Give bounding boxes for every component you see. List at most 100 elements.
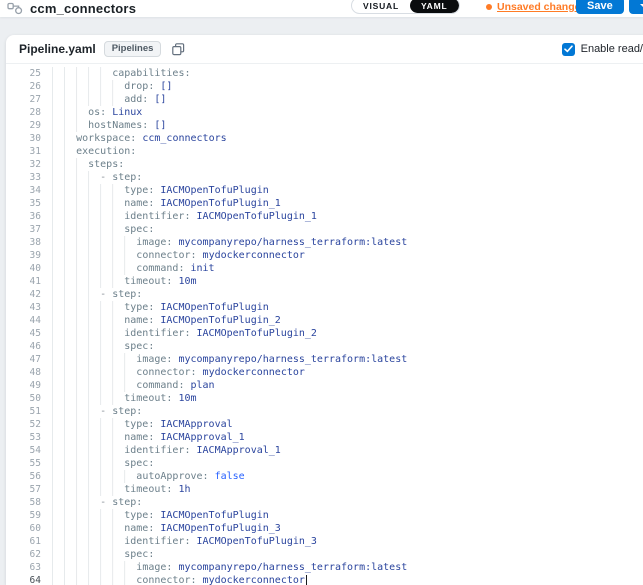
code-text: name: IACMOpenTofuPlugin_1: [46, 197, 281, 210]
code-text: autoApprove: false: [46, 470, 245, 483]
code-text: identifier: IACMOpenTofuPlugin_2: [46, 327, 317, 340]
code-text: type: IACMOpenTofuPlugin: [46, 301, 269, 314]
line-number: 48: [6, 366, 46, 379]
code-text: spec:: [46, 340, 154, 353]
editor-tab-bar: Pipeline.yaml Pipelines Enable read/: [6, 35, 643, 64]
line-number: 64: [6, 574, 46, 585]
code-line[interactable]: 61 identifier: IACMOpenTofuPlugin_3: [6, 535, 643, 548]
code-line[interactable]: 36 identifier: IACMOpenTofuPlugin_1: [6, 210, 643, 223]
line-number: 47: [6, 353, 46, 366]
line-number: 42: [6, 288, 46, 301]
code-text: workspace: ccm_connectors: [46, 132, 227, 145]
line-number: 37: [6, 223, 46, 236]
code-line[interactable]: 41 timeout: 10m: [6, 275, 643, 288]
code-lines: 25 capabilities:26 drop: []27 add: []28 …: [6, 67, 643, 585]
unsaved-changes-link[interactable]: Unsaved changes: [486, 1, 586, 13]
line-number: 58: [6, 496, 46, 509]
code-line[interactable]: 26 drop: []: [6, 80, 643, 93]
code-line[interactable]: 49 command: plan: [6, 379, 643, 392]
code-line[interactable]: 47 image: mycompanyrepo/harness_terrafor…: [6, 353, 643, 366]
code-line[interactable]: 29 hostNames: []: [6, 119, 643, 132]
line-number: 40: [6, 262, 46, 275]
save-button[interactable]: Save: [576, 0, 624, 14]
code-line[interactable]: 40 command: init: [6, 262, 643, 275]
line-number: 25: [6, 67, 46, 80]
yaml-editor[interactable]: 25 capabilities:26 drop: []27 add: []28 …: [6, 64, 643, 585]
code-line[interactable]: 43 type: IACMOpenTofuPlugin: [6, 301, 643, 314]
code-text: timeout: 1h: [46, 483, 191, 496]
line-number: 41: [6, 275, 46, 288]
code-text: name: IACMOpenTofuPlugin_2: [46, 314, 281, 327]
line-number: 46: [6, 340, 46, 353]
code-line[interactable]: 59 type: IACMOpenTofuPlugin: [6, 509, 643, 522]
file-name: Pipeline.yaml: [19, 42, 96, 56]
code-text: identifier: IACMOpenTofuPlugin_1: [46, 210, 317, 223]
code-line[interactable]: 32 steps:: [6, 158, 643, 171]
unsaved-changes-label: Unsaved changes: [497, 1, 586, 13]
line-number: 57: [6, 483, 46, 496]
line-number: 51: [6, 405, 46, 418]
code-line[interactable]: 39 connector: mydockerconnector: [6, 249, 643, 262]
code-text: spec:: [46, 223, 154, 236]
line-number: 33: [6, 171, 46, 184]
toggle-visual[interactable]: VISUAL: [352, 0, 410, 13]
readonly-toggle: Enable read/: [562, 43, 643, 56]
line-number: 55: [6, 457, 46, 470]
code-line[interactable]: 54 identifier: IACMApproval_1: [6, 444, 643, 457]
line-number: 56: [6, 470, 46, 483]
code-text: add: []: [46, 93, 166, 106]
save-button-group: Save: [576, 0, 643, 14]
code-line[interactable]: 42 - step:: [6, 288, 643, 301]
line-number: 31: [6, 145, 46, 158]
code-text: steps:: [46, 158, 124, 171]
code-line[interactable]: 38 image: mycompanyrepo/harness_terrafor…: [6, 236, 643, 249]
line-number: 54: [6, 444, 46, 457]
code-line[interactable]: 37 spec:: [6, 223, 643, 236]
toggle-yaml[interactable]: YAML: [410, 0, 459, 13]
pipeline-icon: [7, 2, 23, 15]
code-line[interactable]: 57 timeout: 1h: [6, 483, 643, 496]
code-line[interactable]: 35 name: IACMOpenTofuPlugin_1: [6, 197, 643, 210]
line-number: 52: [6, 418, 46, 431]
code-line[interactable]: 52 type: IACMApproval: [6, 418, 643, 431]
code-line[interactable]: 34 type: IACMOpenTofuPlugin: [6, 184, 643, 197]
code-line[interactable]: 58 - step:: [6, 496, 643, 509]
code-line[interactable]: 33 - step:: [6, 171, 643, 184]
code-line[interactable]: 60 name: IACMOpenTofuPlugin_3: [6, 522, 643, 535]
copy-yaml-button[interactable]: [172, 43, 185, 56]
code-line[interactable]: 25 capabilities:: [6, 67, 643, 80]
readonly-checkbox[interactable]: [562, 43, 575, 56]
code-line[interactable]: 64 connector: mydockerconnector: [6, 574, 643, 585]
code-line[interactable]: 28 os: Linux: [6, 106, 643, 119]
code-text: - step:: [46, 288, 142, 301]
code-line[interactable]: 56 autoApprove: false: [6, 470, 643, 483]
code-text: image: mycompanyrepo/harness_terraform:l…: [46, 561, 407, 574]
code-line[interactable]: 31 execution:: [6, 145, 643, 158]
code-line[interactable]: 63 image: mycompanyrepo/harness_terrafor…: [6, 561, 643, 574]
code-text: image: mycompanyrepo/harness_terraform:l…: [46, 353, 407, 366]
code-line[interactable]: 27 add: []: [6, 93, 643, 106]
line-number: 34: [6, 184, 46, 197]
line-number: 32: [6, 158, 46, 171]
code-line[interactable]: 53 name: IACMApproval_1: [6, 431, 643, 444]
code-text: command: init: [46, 262, 215, 275]
code-line[interactable]: 62 spec:: [6, 548, 643, 561]
code-text: command: plan: [46, 379, 215, 392]
line-number: 38: [6, 236, 46, 249]
code-line[interactable]: 48 connector: mydockerconnector: [6, 366, 643, 379]
code-line[interactable]: 50 timeout: 10m: [6, 392, 643, 405]
page-title: ccm_connectors: [30, 1, 136, 16]
code-line[interactable]: 44 name: IACMOpenTofuPlugin_2: [6, 314, 643, 327]
code-line[interactable]: 51 - step:: [6, 405, 643, 418]
code-line[interactable]: 45 identifier: IACMOpenTofuPlugin_2: [6, 327, 643, 340]
code-line[interactable]: 30 workspace: ccm_connectors: [6, 132, 643, 145]
line-number: 49: [6, 379, 46, 392]
code-text: type: IACMOpenTofuPlugin: [46, 509, 269, 522]
save-options-button[interactable]: [629, 0, 643, 14]
code-line[interactable]: 46 spec:: [6, 340, 643, 353]
code-text: name: IACMOpenTofuPlugin_3: [46, 522, 281, 535]
code-text: connector: mydockerconnector: [46, 574, 307, 585]
entity-type-badge: Pipelines: [104, 41, 162, 57]
line-number: 50: [6, 392, 46, 405]
code-line[interactable]: 55 spec:: [6, 457, 643, 470]
